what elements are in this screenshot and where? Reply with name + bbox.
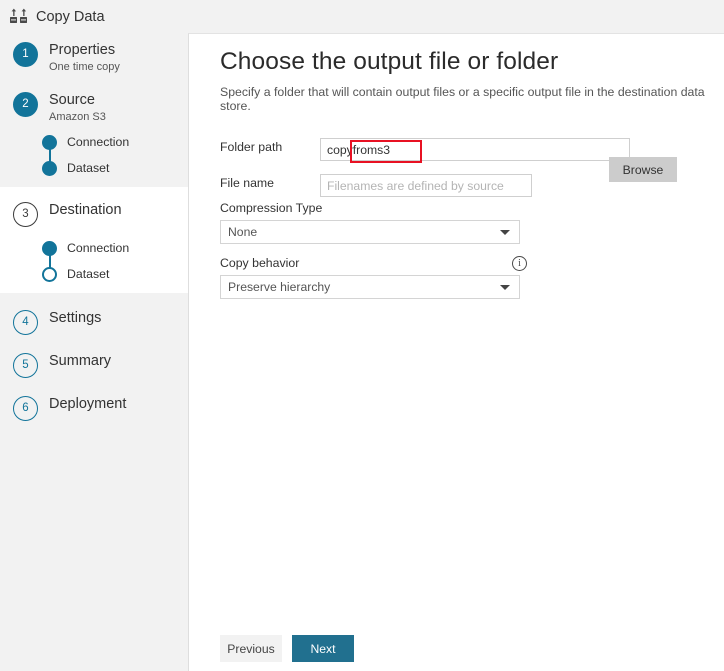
window-title-bar: Copy Data	[0, 0, 724, 33]
step-number-badge: 3	[13, 202, 38, 227]
chevron-down-icon[interactable]	[500, 230, 510, 235]
wizard-sidebar: 1 Properties One time copy 2 Source Amaz…	[0, 33, 188, 671]
sidebar-section-destination[interactable]: 3 Destination Connection Dataset	[0, 187, 188, 293]
step-title: Destination	[49, 201, 122, 220]
sidebar-section-properties[interactable]: 1 Properties One time copy	[0, 33, 188, 77]
step-title: Settings	[49, 309, 101, 328]
substep-dot-icon	[42, 267, 57, 282]
sidebar-substep-destination-dataset[interactable]: Dataset	[0, 261, 188, 287]
compression-type-label: Compression Type	[220, 201, 520, 215]
chevron-down-icon[interactable]	[500, 285, 510, 290]
step-number-badge: 4	[13, 310, 38, 335]
page-title: Choose the output file or folder	[220, 48, 558, 76]
step-number-badge: 1	[13, 42, 38, 67]
copy-behavior-value: Preserve hierarchy	[228, 280, 330, 294]
substep-label: Dataset	[67, 161, 109, 175]
substep-dot-icon	[42, 161, 57, 176]
sidebar-step-summary[interactable]: 5 Summary	[0, 344, 188, 380]
copy-behavior-group: Copy behavior i Preserve hierarchy	[220, 256, 520, 299]
substep-dot-icon	[42, 135, 57, 150]
sidebar-step-properties[interactable]: 1 Properties One time copy	[0, 33, 188, 77]
substep-label: Connection	[67, 241, 129, 255]
sidebar-substep-destination-connection[interactable]: Connection	[0, 235, 188, 261]
next-button[interactable]: Next	[292, 635, 354, 662]
folder-path-input[interactable]	[320, 138, 630, 161]
previous-button[interactable]: Previous	[220, 635, 282, 662]
file-name-row: File name	[220, 174, 700, 196]
substep-list-source: Connection Dataset	[0, 127, 188, 187]
step-subtitle: Amazon S3	[49, 110, 106, 125]
sidebar-step-settings[interactable]: 4 Settings	[0, 301, 188, 337]
substep-label: Connection	[67, 135, 129, 149]
wizard-main-panel: Choose the output file or folder Specify…	[188, 33, 724, 671]
compression-type-group: Compression Type None	[220, 201, 520, 244]
file-name-label: File name	[220, 176, 274, 190]
substep-list-destination: Connection Dataset	[0, 229, 188, 293]
compression-type-value: None	[228, 225, 257, 239]
substep-dot-icon	[42, 241, 57, 256]
copy-behavior-label: Copy behavior	[220, 256, 520, 270]
sidebar-section-settings[interactable]: 4 Settings	[0, 293, 188, 337]
sidebar-substep-source-dataset[interactable]: Dataset	[0, 155, 188, 181]
copy-data-icon	[9, 8, 29, 26]
sidebar-section-deployment[interactable]: 6 Deployment	[0, 380, 188, 423]
window-title: Copy Data	[36, 9, 105, 25]
page-description: Specify a folder that will contain outpu…	[220, 85, 724, 113]
step-title: Source	[49, 91, 106, 110]
sidebar-step-source[interactable]: 2 Source Amazon S3	[0, 83, 188, 127]
step-title: Properties	[49, 41, 120, 60]
step-number-badge: 6	[13, 396, 38, 421]
folder-path-label: Folder path	[220, 140, 282, 154]
info-icon[interactable]: i	[512, 256, 527, 271]
step-number-badge: 5	[13, 353, 38, 378]
file-name-input[interactable]	[320, 174, 532, 197]
step-number-badge: 2	[13, 92, 38, 117]
compression-type-select[interactable]: None	[220, 220, 520, 244]
step-title: Deployment	[49, 395, 126, 414]
copy-behavior-select[interactable]: Preserve hierarchy	[220, 275, 520, 299]
sidebar-step-deployment[interactable]: 6 Deployment	[0, 387, 188, 423]
sidebar-step-destination[interactable]: 3 Destination	[0, 193, 188, 229]
sidebar-substep-source-connection[interactable]: Connection	[0, 129, 188, 155]
step-subtitle: One time copy	[49, 60, 120, 75]
substep-label: Dataset	[67, 267, 109, 281]
sidebar-section-summary[interactable]: 5 Summary	[0, 337, 188, 380]
sidebar-section-source[interactable]: 2 Source Amazon S3 Connection Dataset	[0, 77, 188, 187]
step-title: Summary	[49, 352, 111, 371]
